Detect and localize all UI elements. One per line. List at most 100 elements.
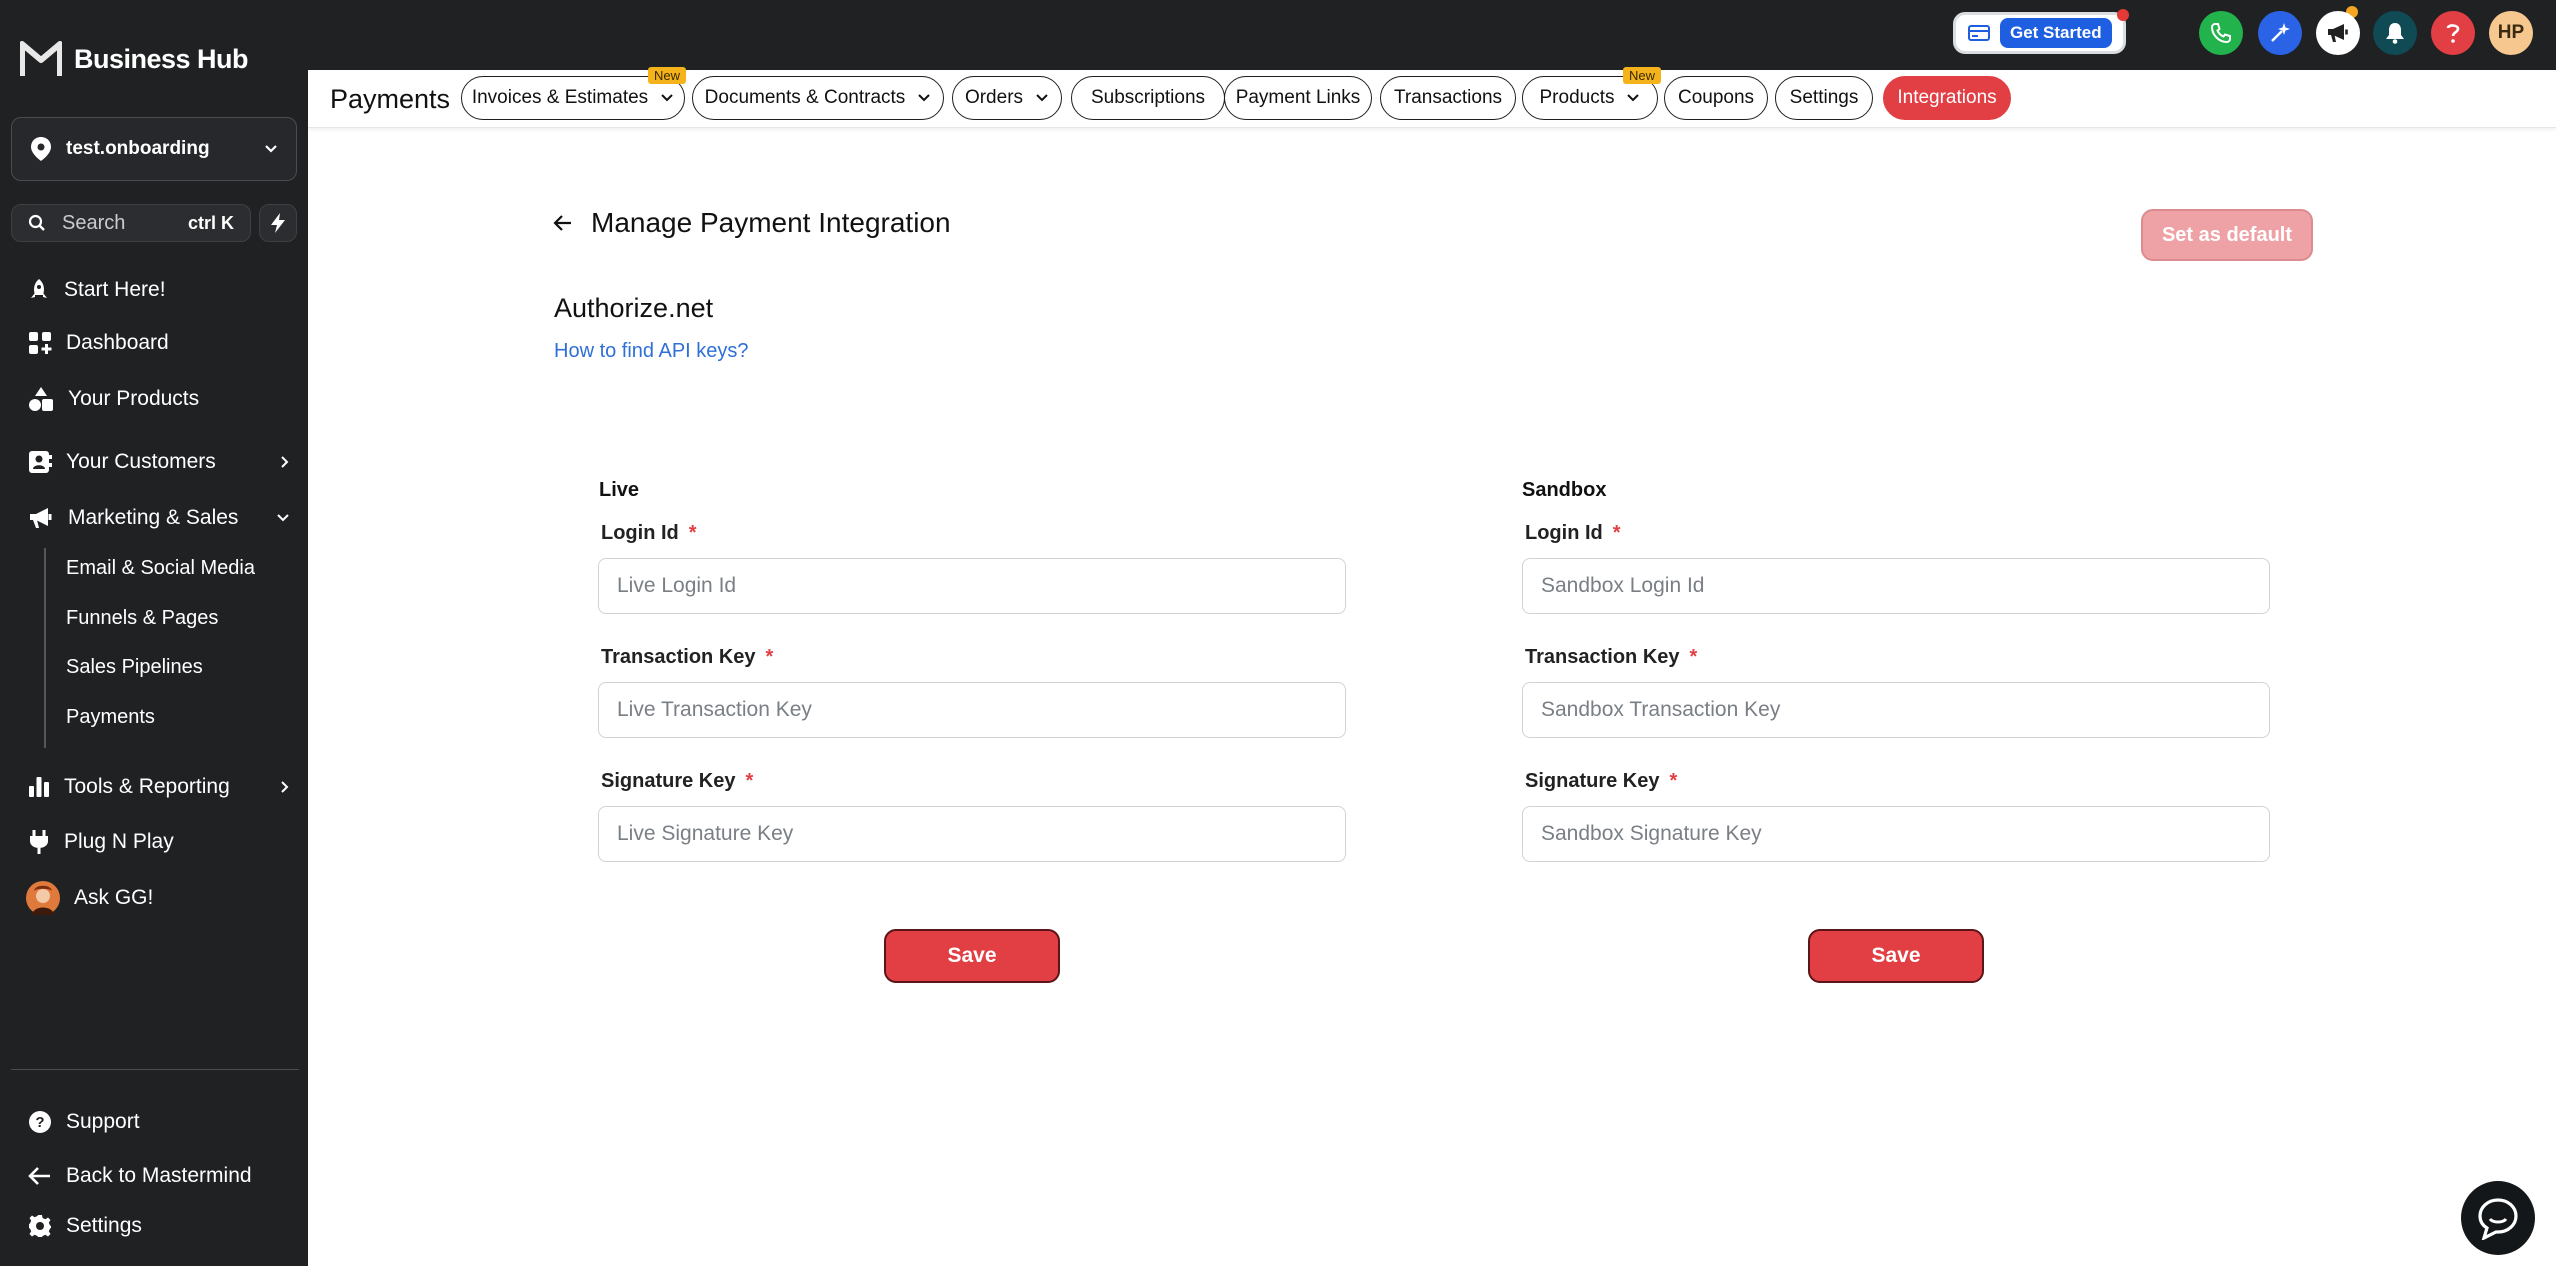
chat-bubble-icon [2478,1198,2518,1240]
tab-transactions[interactable]: Transactions [1380,76,1516,120]
sparkle-wand-icon [2271,23,2290,42]
tab-coupons[interactable]: Coupons [1664,76,1768,120]
sidebar-subitem-email-social[interactable]: Email & Social Media [66,557,255,580]
sidebar-subitem-funnels-pages[interactable]: Funnels & Pages [66,607,218,630]
help-button[interactable] [2431,11,2475,55]
tab-label: Orders [964,87,1024,108]
sidebar-item-plug-n-play[interactable]: Plug N Play [28,829,290,855]
tab-label: Transactions [1393,87,1503,108]
app-logo[interactable]: Business Hub [20,40,249,78]
field-label-text: Transaction Key [601,646,756,668]
search-shortcut: ctrl K [187,212,234,233]
ai-assistant-button[interactable] [2258,11,2302,55]
tab-integrations[interactable]: Integrations [1883,76,2011,120]
tab-settings[interactable]: Settings [1775,76,1873,120]
live-login-label: Login Id * [601,522,697,545]
live-save-button[interactable]: Save [884,929,1060,983]
notification-dot [2117,9,2129,21]
sidebar-item-dashboard[interactable]: Dashboard [28,331,290,355]
sidebar-item-tools-reporting[interactable]: Tools & Reporting [28,775,290,799]
contacts-icon [29,451,52,473]
chat-widget-button[interactable] [2461,1181,2535,1255]
sidebar-search[interactable]: Search ctrl K [11,204,251,242]
sandbox-save-button[interactable]: Save [1808,929,1984,983]
sandbox-transaction-key-input[interactable] [1522,682,2270,738]
sidebar-item-your-customers[interactable]: Your Customers [28,450,290,474]
tab-products[interactable]: Products New [1522,67,1662,120]
live-signature-key-input[interactable] [598,806,1346,862]
sandbox-signature-key-input[interactable] [1522,806,2270,862]
app-name: Business Hub [74,43,249,74]
sidebar-subitem-payments[interactable]: Payments [66,706,155,729]
svg-text:?: ? [35,1114,44,1131]
location-pin-icon [31,137,51,161]
tab-subscriptions[interactable]: Subscriptions [1071,76,1225,120]
chevron-down-icon [661,94,673,102]
sidebar-item-settings[interactable]: Settings [28,1214,290,1238]
tab-label: Products [1539,87,1615,108]
submenu-guide-line [44,548,46,748]
quick-actions-button[interactable] [259,204,297,242]
required-mark: * [688,522,697,544]
tab-label: Payment Links [1235,87,1361,108]
live-transaction-key-input[interactable] [598,682,1346,738]
live-signature-key-label: Signature Key * [601,770,753,793]
field-label-text: Login Id [1525,522,1603,544]
sidebar-item-support[interactable]: ? Support [28,1110,290,1134]
required-mark: * [745,770,754,792]
chevron-right-icon [281,456,289,468]
tab-orders[interactable]: Orders [952,76,1062,120]
chevron-down-icon [918,94,931,102]
avatar-initials: HP [2497,22,2525,43]
tab-label: Integrations [1897,87,1997,108]
dashboard-icon [29,332,52,354]
tab-documents-contracts[interactable]: Documents & Contracts [692,76,944,120]
assistant-avatar-icon [26,881,60,915]
chevron-right-icon [281,781,289,793]
back-arrow-icon[interactable] [553,214,573,232]
question-mark-icon [2446,24,2460,43]
live-login-id-input[interactable] [598,558,1346,614]
search-icon [28,214,45,231]
page-header: Manage Payment Integration [553,207,951,239]
tab-payment-links[interactable]: Payment Links [1224,76,1372,120]
sandbox-signature-key-label: Signature Key * [1525,770,1677,793]
tab-label: Documents & Contracts [704,87,906,108]
live-section-title: Live [599,479,640,501]
sidebar-item-marketing-sales[interactable]: Marketing & Sales [28,506,290,530]
bell-icon [2386,23,2404,44]
sandbox-login-id-input[interactable] [1522,558,2270,614]
live-transaction-key-label: Transaction Key * [601,646,773,669]
sidebar-item-your-products[interactable]: Your Products [28,386,290,412]
tab-invoices-estimates[interactable]: Invoices & Estimates New [461,67,687,120]
sidebar-item-label: Support [66,1110,140,1133]
sidebar-subitem-sales-pipelines[interactable]: Sales Pipelines [66,656,203,679]
sidebar-item-label: Back to Mastermind [66,1164,252,1187]
chevron-down-icon [1036,94,1048,102]
get-started-button[interactable]: Get Started [1953,12,2126,54]
announcements-button[interactable] [2316,11,2360,55]
chevron-down-icon [1627,94,1640,102]
user-avatar[interactable]: HP [2489,11,2533,55]
sidebar-item-label: Your Customers [66,450,216,473]
field-label-text: Signature Key [1525,770,1660,792]
gear-icon [29,1215,51,1237]
set-as-default-button[interactable]: Set as default [2141,209,2313,261]
sandbox-transaction-key-label: Transaction Key * [1525,646,1697,669]
sidebar-item-back-to-mastermind[interactable]: Back to Mastermind [28,1164,290,1188]
notifications-button[interactable] [2373,11,2417,55]
sidebar-item-start-here[interactable]: Start Here! [28,278,290,302]
location-switcher[interactable]: test.onboarding [11,117,297,181]
payments-tabs-bar: Payments Invoices & Estimates New Docume… [308,67,2556,128]
arrow-left-icon [28,1167,50,1185]
sandbox-login-label: Login Id * [1525,522,1621,545]
sidebar-item-ask-gg[interactable]: Ask GG! [26,881,288,915]
phone-button[interactable] [2199,11,2243,55]
tab-label: Invoices & Estimates [471,87,649,108]
section-title: Payments [330,84,451,114]
tab-label: Settings [1789,87,1859,108]
lightning-icon [271,213,285,233]
api-keys-help-link[interactable]: How to find API keys? [554,340,749,363]
sidebar: Business Hub test.onboarding Search ctrl… [0,0,308,1266]
required-mark: * [1689,646,1698,668]
